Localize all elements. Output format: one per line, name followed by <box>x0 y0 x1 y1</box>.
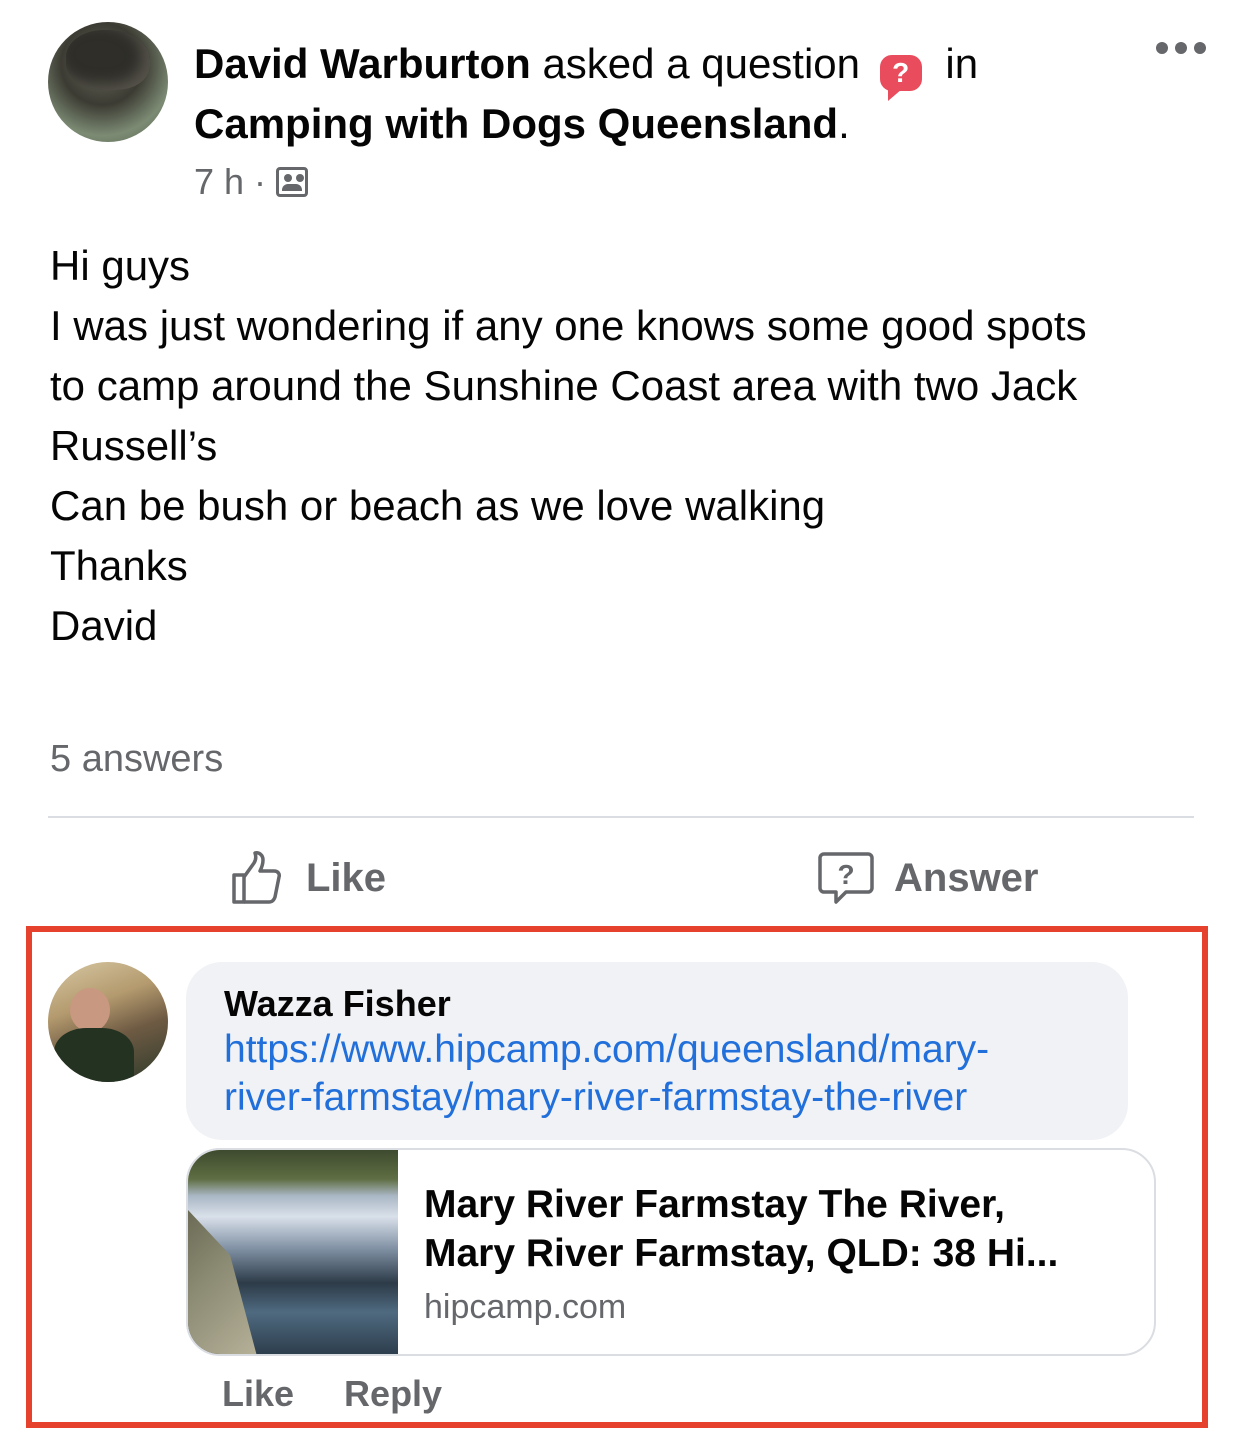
comment-reply-button[interactable]: Reply <box>344 1372 442 1416</box>
post-body-line: to camp around the Sunshine Coast area w… <box>50 362 1078 409</box>
post-header: David Warburton asked a question ? in Ca… <box>48 20 1218 210</box>
preview-thumbnail <box>188 1150 398 1354</box>
thumbs-up-icon <box>232 851 281 904</box>
post-body-line: Thanks <box>50 542 188 589</box>
author-name-link[interactable]: David Warburton <box>194 40 531 87</box>
post-timestamp[interactable]: 7 h <box>194 160 244 204</box>
comment-bubble: Wazza Fisher https://www.hipcamp.com/que… <box>186 962 1128 1140</box>
comment-url-line: river-farmstay/mary-river-farmstay-the-r… <box>224 1076 968 1119</box>
preview-domain: hipcamp.com <box>424 1288 627 1326</box>
divider <box>48 816 1194 818</box>
preview-title-line: Mary River Farmstay The River, <box>424 1183 1005 1226</box>
post-header-line: David Warburton asked a question ? in <box>194 38 979 101</box>
question-badge-icon: ? <box>879 55 922 101</box>
in-text: in <box>945 40 979 87</box>
post-body-line: Russell’s <box>50 422 218 469</box>
comment-author-link[interactable]: Wazza Fisher <box>224 982 451 1026</box>
question-bubble-icon: ? <box>818 852 874 904</box>
like-label: Like <box>306 855 387 900</box>
post-meta: 7 h · <box>194 160 309 204</box>
post-body-line: Hi guys <box>50 242 191 289</box>
meta-separator: · <box>254 161 267 202</box>
comment-url-link[interactable]: https://www.hipcamp.com/queensland/mary-… <box>224 1026 1104 1122</box>
group-suffix: . <box>838 100 850 147</box>
answer-label: Answer <box>894 855 1039 900</box>
comment-like-button[interactable]: Like <box>222 1372 294 1416</box>
comment-actions: Like Reply <box>222 1372 442 1416</box>
post-body-line: David <box>50 602 158 649</box>
preview-title: Mary River Farmstay The River, Mary Rive… <box>424 1180 1134 1278</box>
post-body-line: I was just wondering if any one knows so… <box>50 302 1087 349</box>
more-dot <box>1175 42 1187 54</box>
group-icon <box>276 167 309 197</box>
like-button[interactable]: Like <box>228 840 386 916</box>
post-action-bar: Like ? Answer <box>48 840 1194 916</box>
group-line: Camping with Dogs Queensland. <box>194 98 850 150</box>
group-name-link[interactable]: Camping with Dogs Queensland <box>194 100 838 147</box>
more-dot <box>1194 42 1206 54</box>
answer-button[interactable]: ? Answer <box>816 840 1039 916</box>
post-action-text: asked a question <box>542 40 861 87</box>
link-preview-card[interactable]: Mary River Farmstay The River, Mary Rive… <box>186 1148 1156 1356</box>
svg-text:?: ? <box>837 859 854 890</box>
answers-count[interactable]: 5 answers <box>50 734 223 784</box>
preview-title-line: Mary River Farmstay, QLD: 38 Hi... <box>424 1232 1059 1275</box>
post-body-line: Can be bush or beach as we love walking <box>50 482 826 529</box>
post-body: Hi guys I was just wondering if any one … <box>50 236 1210 656</box>
more-options-icon[interactable] <box>1156 42 1208 56</box>
comment-url-line: https://www.hipcamp.com/queensland/mary- <box>224 1028 990 1071</box>
author-avatar[interactable] <box>48 22 168 142</box>
commenter-avatar[interactable] <box>48 962 168 1082</box>
more-dot <box>1156 42 1168 54</box>
